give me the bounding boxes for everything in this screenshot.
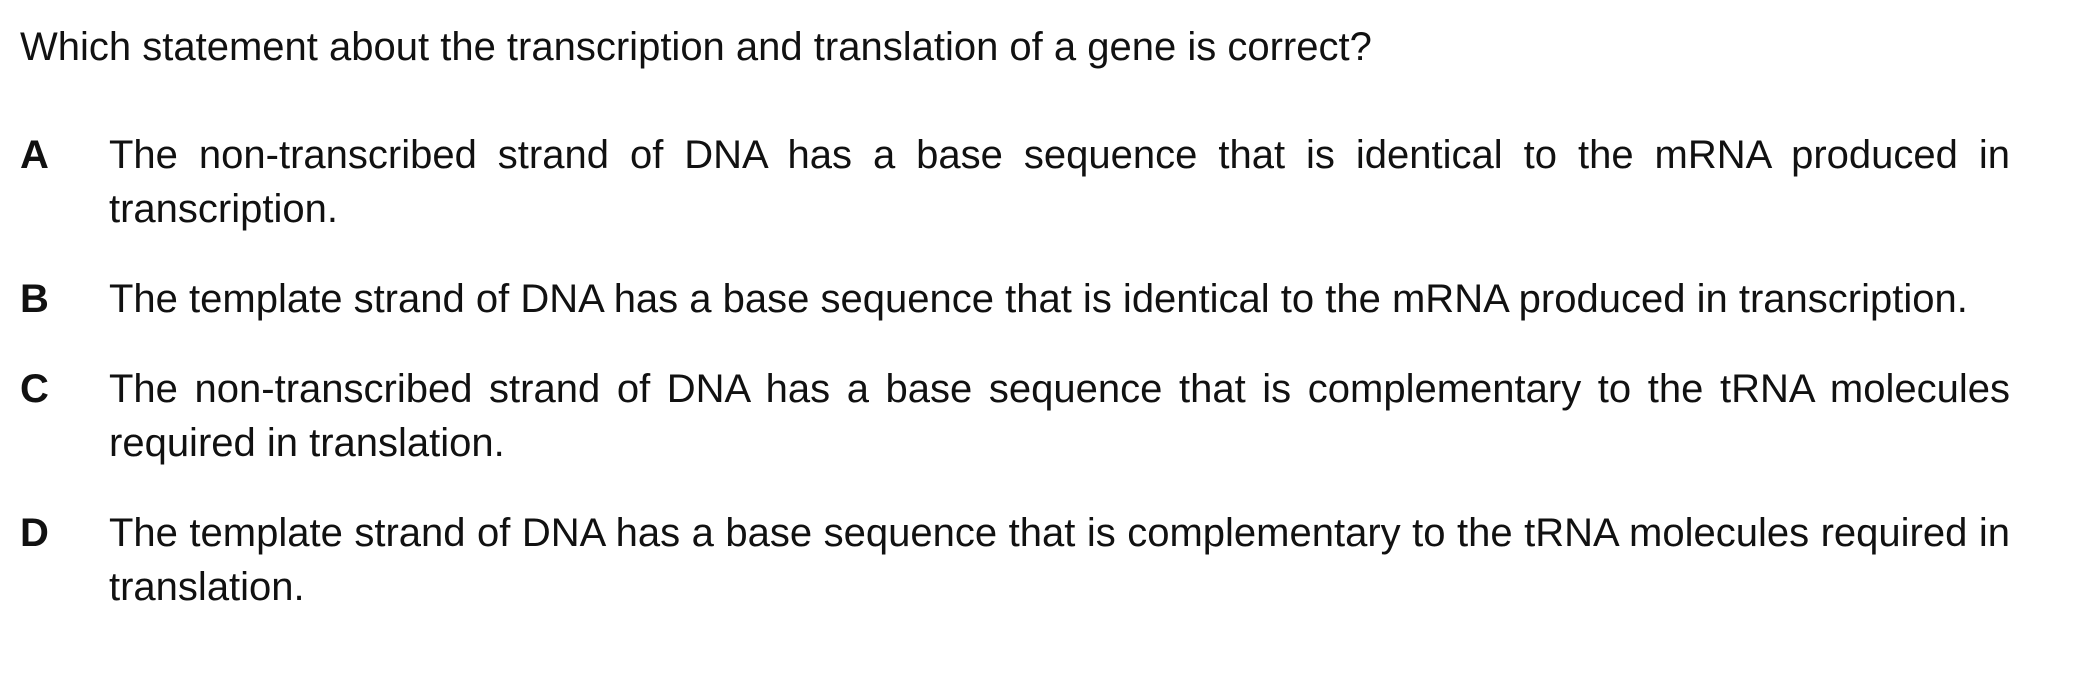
option-letter: A [20,133,49,177]
option-text: The non-transcribed strand of DNA has a … [109,133,2010,231]
option-text: The template strand of DNA has a base se… [109,511,2010,609]
option-letter: D [20,511,49,555]
question-stem: Which statement about the transcription … [20,25,1372,69]
option-letter: B [20,277,49,321]
option-text: The template strand of DNA has a base se… [109,277,1968,321]
answer-options: A The non-transcribed strand of DNA has … [20,128,2010,650]
question-page: Which statement about the transcription … [0,0,2100,676]
option-text: The non-transcribed strand of DNA has a … [109,367,2010,465]
option-a: A The non-transcribed strand of DNA has … [20,128,2010,236]
option-letter: C [20,367,49,411]
option-d: D The template strand of DNA has a base … [20,506,2010,614]
option-c: C The non-transcribed strand of DNA has … [20,362,2010,470]
option-b: B The template strand of DNA has a base … [20,272,2010,326]
